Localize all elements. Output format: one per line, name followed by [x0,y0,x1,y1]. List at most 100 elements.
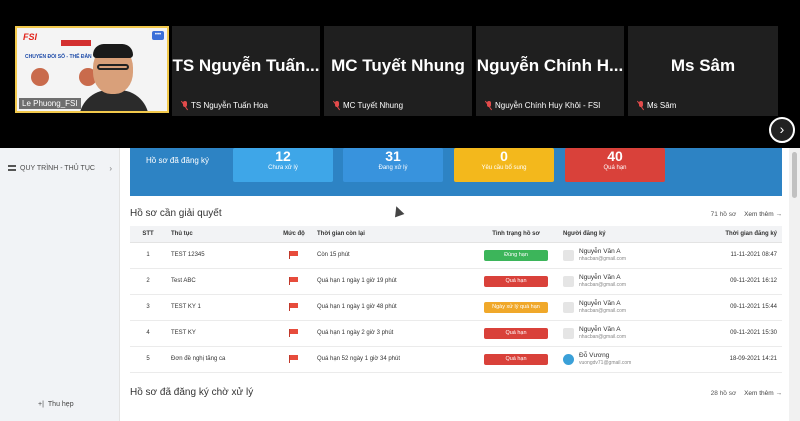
cell-user: Nguyễn Văn Anhacban@gmail.com [558,242,678,269]
cell-procedure[interactable]: TEST KY 1 [166,294,276,321]
vertical-scrollbar[interactable] [789,148,800,421]
stat-card-yeu-cau-bo-sung[interactable]: 0 Yêu cầu bổ sung [454,148,554,182]
cell-user: Nguyễn Văn Anhacban@gmail.com [558,294,678,321]
app-window: QUY TRÌNH - THỦ TỤC › +| Thu hẹp Hồ sơ đ… [0,148,800,421]
cell-priority [276,242,312,269]
cell-date: 09-11-2021 15:30 [678,320,782,347]
col-muc-do: Mức độ [276,226,312,243]
avatar [563,353,574,365]
user-email: nhacban@gmail.com [579,308,627,314]
cell-remaining: Quá hạn 1 ngày 1 giờ 48 phút [312,294,474,321]
status-badge: Quá hạn [484,275,548,287]
avatar [563,249,574,261]
next-page-chevron-icon[interactable]: › [769,117,795,143]
participant-caption: TS Nguyễn Tuấn Hoa [191,101,268,110]
stat-number: 31 [385,148,401,164]
participant-caption: Ms Sâm [647,101,677,110]
cell-stt: 4 [130,320,166,347]
stat-number: 0 [500,148,508,164]
cell-status: Ngày xử lý quá hạn [474,294,558,321]
cell-date: 09-11-2021 16:12 [678,268,782,295]
cell-procedure[interactable]: TEST KY [166,320,276,347]
col-thoi-gian-dang-ky: Thời gian đăng ký [678,226,782,243]
table-row[interactable]: 4 TEST KY Quá hạn 1 ngày 2 giờ 3 phút Qu… [130,320,782,347]
cell-stt: 5 [130,346,166,373]
cell-procedure[interactable]: Đơn đề nghị tăng ca [166,346,276,373]
see-more-link[interactable]: Xem thêm → [744,211,782,218]
cell-procedure[interactable]: TEST 12345 [166,242,276,269]
user-name: Nguyễn Văn A [579,274,621,281]
participant-display-name: Ms Sâm [670,56,736,75]
cell-priority [276,294,312,321]
mic-off-icon [638,101,644,110]
flag-icon [289,328,299,337]
flag-icon [289,302,299,311]
cell-status: Quá hạn [474,320,558,347]
cell-stt: 3 [130,294,166,321]
stat-card-qua-han[interactable]: 40 Quá hạn [565,148,665,182]
user-name: Nguyễn Văn A [579,248,621,255]
participant-caption: Nguyễn Chính Huy Khôi - FSI [495,101,601,110]
sidebar-item-quy-trinh[interactable]: QUY TRÌNH - THỦ TỤC › [8,164,112,173]
mic-off-icon [182,101,188,110]
self-video-label: Le Phuong_FSI [19,98,81,109]
self-video-tile[interactable]: FSI CHUYỂN ĐỔI SỐ - THẾ ĐÀN ••• Le Phuon… [15,26,169,113]
cell-priority [276,268,312,295]
participant-display-name: MC Tuyết Nhung [331,56,465,75]
flag-icon [289,354,299,363]
mic-off-icon [486,101,492,110]
webcam-person [79,44,149,111]
table-row[interactable]: 2 Test ABC Quá hạn 1 ngày 1 giờ 19 phút … [130,268,782,295]
cell-user: Nguyễn Văn Anhacban@gmail.com [558,268,678,295]
scrollbar-thumb[interactable] [792,152,797,198]
stats-panel: Hồ sơ đã đăng ký 12 Chưa xử lý 31 Đang x… [130,148,782,196]
flag-icon [289,276,299,285]
stat-number: 40 [607,148,623,164]
flag-icon [289,250,299,259]
cell-priority [276,346,312,373]
participant-tile[interactable]: Nguyễn Chính H... Nguyễn Chính Huy Khôi … [476,26,624,116]
cell-remaining: Quá hạn 52 ngày 1 giờ 34 phút [312,346,474,373]
col-tinh-trang: Tình trạng hồ sơ [474,226,558,243]
participant-tile[interactable]: MC Tuyết Nhung MC Tuyết Nhung [324,26,472,116]
record-count: 71 hồ sơ [710,211,737,218]
participant-tile[interactable]: Ms Sâm Ms Sâm [628,26,778,116]
sidebar: QUY TRÌNH - THỦ TỤC › +| Thu hẹp [0,148,120,421]
more-options-icon[interactable]: ••• [152,31,164,40]
chevron-right-icon: › [109,164,112,173]
avatar [563,275,574,287]
collapse-sidebar-button[interactable]: +| Thu hẹp [38,401,74,408]
stat-card-chua-xu-ly[interactable]: 12 Chưa xử lý [233,148,333,182]
section-meta: 71 hồ sơ Xem thêm → [711,211,782,218]
collapse-label: Thu hẹp [47,401,74,408]
participant-display-name: TS Nguyễn Tuấn... [172,56,320,75]
cell-stt: 1 [130,242,166,269]
stat-label: Chưa xử lý [268,165,298,171]
cell-user: Đỗ Vương vuongdv71@gmail.com [558,346,678,373]
status-badge: Đúng hạn [484,249,548,261]
user-name: Nguyễn Văn A [579,326,621,333]
cell-status: Quá hạn [474,268,558,295]
col-nguoi-dang-ky: Người đăng ký [558,226,678,243]
sidebar-item-label: QUY TRÌNH - THỦ TỤC [20,165,95,172]
see-more-link[interactable]: Xem thêm → [744,390,782,397]
meeting-participant-strip: FSI CHUYỂN ĐỔI SỐ - THẾ ĐÀN ••• Le Phuon… [0,0,800,148]
user-email: nhacban@gmail.com [579,334,627,340]
cell-date: 18-09-2021 14:21 [678,346,782,373]
table-row[interactable]: 5 Đơn đề nghị tăng ca Quá hạn 52 ngày 1 … [130,346,782,373]
section-title-cho-xu-ly: Hồ sơ đã đăng ký chờ xử lý [130,387,254,398]
table-header-row: STT Thủ tục Mức độ Thời gian còn lại Tìn… [130,226,782,243]
user-name: Nguyễn Văn A [579,300,621,307]
cell-status: Đúng hạn [474,242,558,269]
stat-card-dang-xu-ly[interactable]: 31 Đang xử lý [343,148,443,182]
participant-tile[interactable]: TS Nguyễn Tuấn... TS Nguyễn Tuấn Hoa [172,26,320,116]
stat-number: 12 [275,148,291,164]
collapse-icon: +| [38,401,44,408]
stat-label: Quá hạn [603,165,627,171]
avatar [563,301,574,313]
user-email: nhacban@gmail.com [579,282,627,288]
table-row[interactable]: 1 TEST 12345 Còn 15 phút Đúng hạn Nguyễn… [130,242,782,269]
table-row[interactable]: 3 TEST KY 1 Quá hạn 1 ngày 1 giờ 48 phút… [130,294,782,321]
stats-title: Hồ sơ đã đăng ký [146,156,210,165]
cell-procedure[interactable]: Test ABC [166,268,276,295]
